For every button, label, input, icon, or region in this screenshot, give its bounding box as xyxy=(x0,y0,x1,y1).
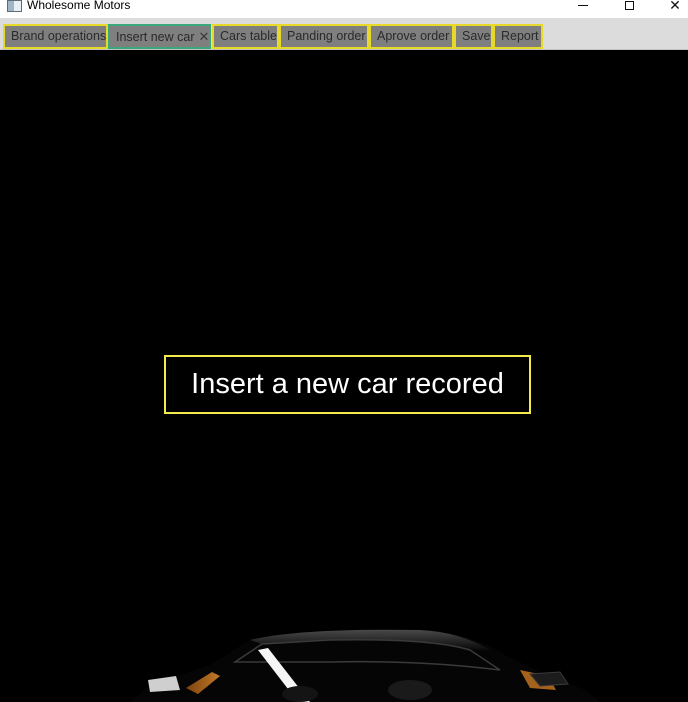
tab-aprove-order[interactable]: Aprove order xyxy=(369,24,454,49)
close-icon: ✕ xyxy=(669,0,681,13)
tab-insert-new-car[interactable]: Insert new car ✕ xyxy=(108,24,211,49)
app-window-icon xyxy=(7,0,22,12)
tab-panding-order[interactable]: Panding order xyxy=(279,24,369,49)
window-title: Wholesome Motors xyxy=(27,0,131,12)
close-window-button[interactable]: ✕ xyxy=(652,0,688,14)
page-heading: Insert a new car recored xyxy=(164,355,531,414)
tab-label: Save xyxy=(462,29,491,43)
tab-strip: Brand operations Insert new car ✕ Cars ta… xyxy=(0,18,688,50)
app-window: Wholesome Motors ✕ Brand operations Inse… xyxy=(0,0,688,702)
tab-label: Insert new car xyxy=(116,30,195,44)
maximize-icon xyxy=(624,0,634,10)
tab-content-panel: Insert a new car recored xyxy=(0,50,688,702)
minimize-button[interactable] xyxy=(560,0,606,14)
tab-cars-table[interactable]: Cars table xyxy=(212,24,279,49)
page-heading-text: Insert a new car recored xyxy=(191,368,504,400)
tab-brand-operations[interactable]: Brand operations xyxy=(3,24,108,49)
tab-label: Aprove order xyxy=(377,29,450,43)
tab-close-icon[interactable]: ✕ xyxy=(199,26,210,47)
tab-label: Report xyxy=(501,29,539,43)
minimize-icon xyxy=(578,5,588,6)
maximize-button[interactable] xyxy=(606,0,652,14)
title-bar[interactable]: Wholesome Motors ✕ xyxy=(0,0,688,18)
tab-report[interactable]: Report xyxy=(493,24,543,49)
tab-label: Cars table xyxy=(220,29,277,43)
sports-car-silhouette xyxy=(130,629,600,702)
tab-save[interactable]: Save xyxy=(454,24,493,49)
tab-label: Brand operations xyxy=(11,29,107,43)
tab-label: Panding order xyxy=(287,29,366,43)
